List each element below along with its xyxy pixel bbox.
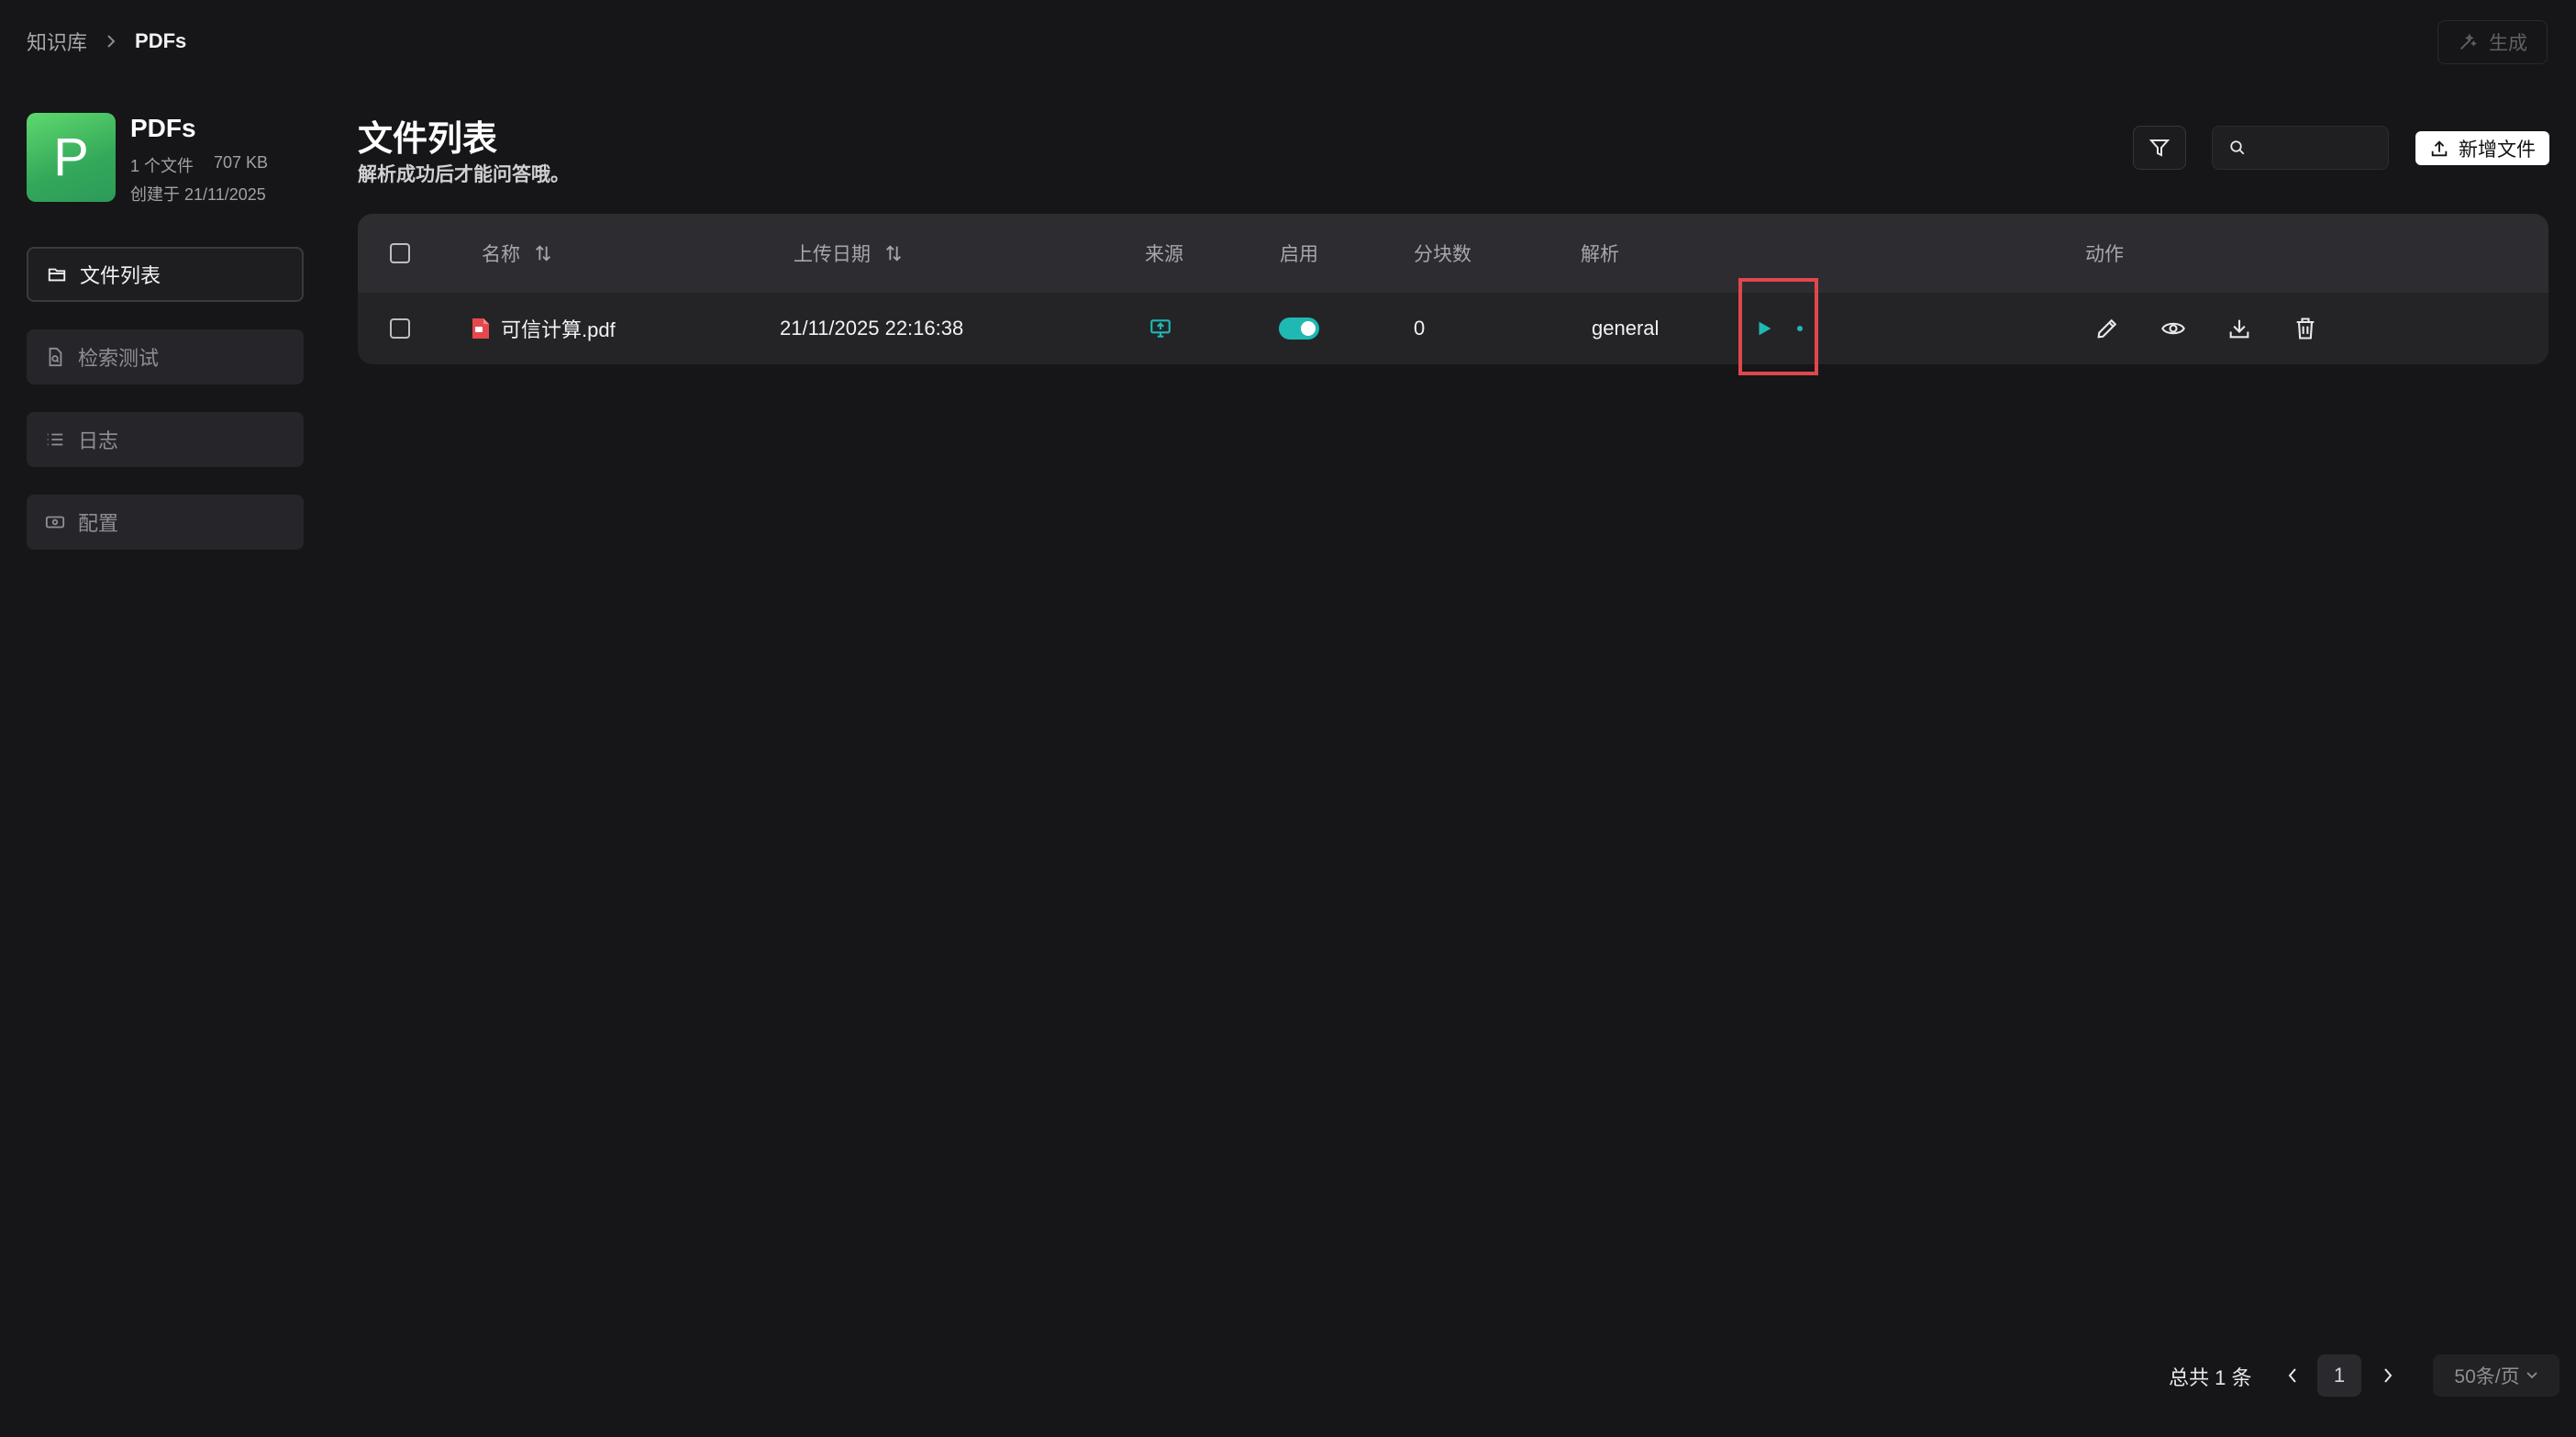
column-enabled: 启用 bbox=[1280, 214, 1318, 293]
column-actions-label: 动作 bbox=[2085, 244, 2124, 265]
column-upload-date-label: 上传日期 bbox=[794, 244, 871, 265]
highlight-box bbox=[1738, 278, 1818, 375]
page-size-value: 50条/页 bbox=[2454, 1366, 2520, 1387]
row-checkbox[interactable] bbox=[390, 318, 410, 339]
kb-meta: 1 个文件 707 KB bbox=[130, 153, 268, 177]
next-page-button[interactable] bbox=[2374, 1360, 2402, 1391]
file-name-cell[interactable]: 可信计算.pdf bbox=[472, 293, 616, 364]
generate-label: 生成 bbox=[2489, 33, 2527, 54]
upload-icon bbox=[2429, 139, 2449, 159]
column-parse-label: 解析 bbox=[1581, 244, 1619, 265]
sidebar-item-label: 检索测试 bbox=[78, 347, 160, 370]
chevron-left-icon bbox=[2286, 1367, 2299, 1384]
sidebar-item-label: 配置 bbox=[78, 512, 119, 535]
parser-name[interactable]: general bbox=[1592, 317, 1659, 340]
table-header: 名称 上传日期 来源 启用 分块数 解析 动作 bbox=[358, 214, 2548, 293]
page-size-select[interactable]: 50条/页 bbox=[2433, 1354, 2559, 1397]
select-all-checkbox-cell bbox=[390, 214, 410, 293]
settings-box-icon bbox=[45, 512, 65, 532]
edit-icon[interactable] bbox=[2094, 316, 2120, 341]
local-upload-icon bbox=[1149, 317, 1172, 340]
kb-file-count: 1 个文件 bbox=[130, 157, 194, 175]
search-input[interactable] bbox=[2255, 136, 2387, 160]
column-upload-date[interactable]: 上传日期 bbox=[794, 214, 904, 293]
source-cell bbox=[1149, 293, 1172, 364]
kb-name: PDFs bbox=[130, 114, 196, 142]
pagination-total: 总共 1 条 bbox=[2169, 1366, 2252, 1389]
sidebar-item-label: 日志 bbox=[78, 429, 119, 452]
select-all-checkbox[interactable] bbox=[390, 243, 410, 263]
row-checkbox-cell bbox=[390, 293, 410, 364]
actions-cell bbox=[2094, 293, 2318, 364]
column-actions: 动作 bbox=[2085, 214, 2124, 293]
file-name[interactable]: 可信计算.pdf bbox=[501, 314, 616, 343]
add-file-label: 新增文件 bbox=[2459, 139, 2536, 161]
enabled-toggle[interactable] bbox=[1279, 317, 1319, 340]
kb-avatar: P bbox=[27, 113, 116, 202]
column-name[interactable]: 名称 bbox=[482, 214, 553, 293]
add-file-button[interactable]: 新增文件 bbox=[2415, 131, 2549, 165]
kb-size: 707 KB bbox=[214, 153, 269, 172]
column-source: 来源 bbox=[1145, 214, 1183, 293]
chunks-cell: 0 bbox=[1414, 293, 1425, 364]
download-icon[interactable] bbox=[2226, 316, 2252, 341]
breadcrumb-current: PDFs bbox=[135, 29, 187, 52]
page-title: 文件列表 bbox=[358, 120, 498, 159]
column-parse: 解析 bbox=[1581, 214, 1619, 293]
sidebar-item-logs[interactable]: 日志 bbox=[27, 412, 304, 467]
sort-icon[interactable] bbox=[533, 243, 553, 263]
folder-icon bbox=[47, 264, 67, 284]
column-name-label: 名称 bbox=[482, 244, 520, 265]
file-search-icon bbox=[45, 347, 65, 367]
chevron-right-icon bbox=[105, 34, 117, 49]
enabled-cell bbox=[1279, 293, 1319, 364]
generate-button[interactable]: 生成 bbox=[2437, 20, 2548, 64]
page-subtitle: 解析成功后才能问答哦。 bbox=[358, 164, 570, 185]
pdf-file-icon bbox=[472, 317, 490, 340]
trash-icon[interactable] bbox=[2293, 316, 2318, 341]
magic-wand-icon bbox=[2458, 32, 2478, 52]
sidebar-item-label: 文件列表 bbox=[80, 264, 161, 287]
column-chunks-label: 分块数 bbox=[1414, 244, 1471, 265]
search-icon bbox=[2229, 139, 2246, 156]
page-number-button[interactable]: 1 bbox=[2317, 1354, 2361, 1397]
breadcrumb-root[interactable]: 知识库 bbox=[27, 27, 87, 56]
search-box[interactable] bbox=[2212, 126, 2389, 170]
parser-cell[interactable]: general bbox=[1592, 293, 1659, 364]
list-icon bbox=[45, 429, 65, 450]
filter-button[interactable] bbox=[2133, 126, 2186, 170]
sidebar-item-config[interactable]: 配置 bbox=[27, 495, 304, 550]
table-row[interactable]: 可信计算.pdf 21/11/2025 22:16:38 0 general bbox=[358, 293, 2548, 364]
chunk-count: 0 bbox=[1414, 317, 1426, 340]
upload-date: 21/11/2025 22:16:38 bbox=[780, 317, 964, 340]
column-chunks: 分块数 bbox=[1414, 214, 1471, 293]
sidebar-item-retrieval-test[interactable]: 检索测试 bbox=[27, 329, 304, 384]
breadcrumb: 知识库 PDFs bbox=[27, 26, 186, 57]
prev-page-button[interactable] bbox=[2279, 1360, 2306, 1391]
column-enabled-label: 启用 bbox=[1280, 244, 1318, 265]
file-table: 名称 上传日期 来源 启用 分块数 解析 动作 可信计算.pdf 21/11/2… bbox=[358, 214, 2548, 364]
kb-created: 创建于 21/11/2025 bbox=[130, 185, 266, 204]
eye-icon[interactable] bbox=[2160, 316, 2186, 341]
chevron-right-icon bbox=[2382, 1367, 2394, 1384]
upload-date-cell: 21/11/2025 22:16:38 bbox=[780, 293, 963, 364]
filter-icon bbox=[2149, 137, 2171, 159]
column-source-label: 来源 bbox=[1145, 244, 1183, 265]
sidebar-item-file-list[interactable]: 文件列表 bbox=[27, 247, 304, 302]
sort-icon[interactable] bbox=[883, 243, 904, 263]
chevron-down-icon bbox=[2526, 1371, 2538, 1380]
